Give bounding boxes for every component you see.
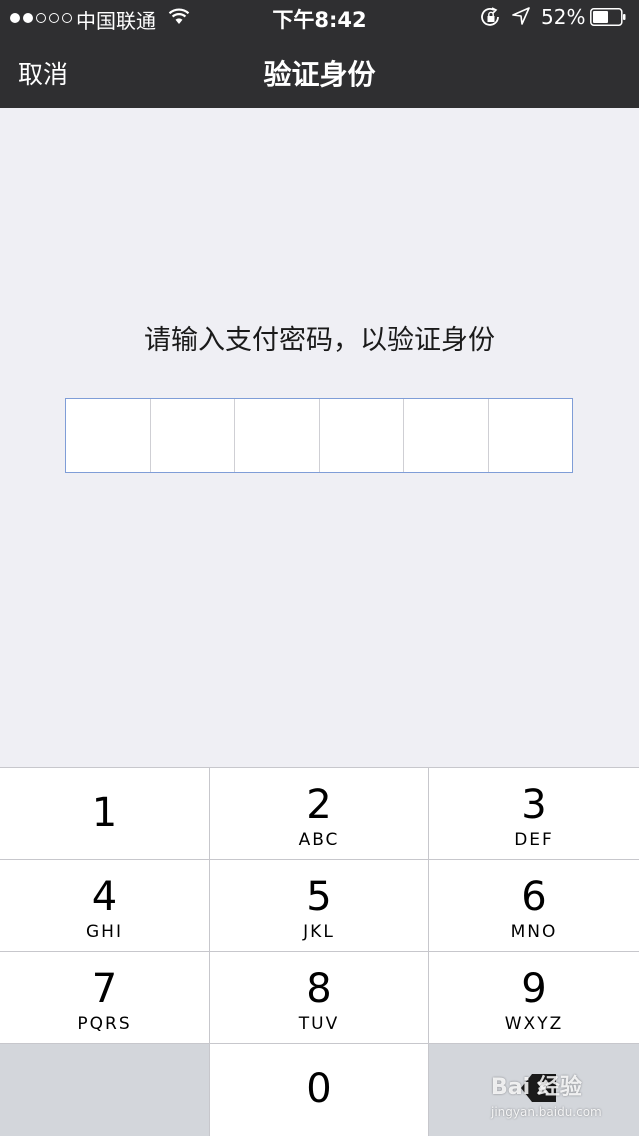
key-digit: 6 xyxy=(521,874,547,920)
key-digit: 5 xyxy=(306,874,332,920)
top-bar: 中国联通 下午8:42 52% 取消 验证身份 xyxy=(0,0,639,108)
pin-digit-cell xyxy=(489,399,573,472)
key-3[interactable]: 3 DEF xyxy=(429,768,639,859)
key-letters: TUV xyxy=(298,1014,340,1034)
backspace-icon xyxy=(521,1074,556,1102)
key-letters: GHI xyxy=(86,922,123,942)
page-title: 验证身份 xyxy=(263,58,376,91)
key-9[interactable]: 9 WXYZ xyxy=(429,952,639,1043)
key-letters: DEF xyxy=(514,830,554,850)
numeric-keypad: 1 2 ABC 3 DEF 4 GHI 5 JKL 6 MNO 7 PQRS 8 xyxy=(0,767,639,1136)
nav-bar: 取消 验证身份 xyxy=(0,36,639,108)
key-5[interactable]: 5 JKL xyxy=(210,860,428,951)
key-letters: ABC xyxy=(298,830,340,850)
battery-icon xyxy=(590,8,626,26)
key-digit: 4 xyxy=(91,874,118,920)
key-digit: 2 xyxy=(306,782,332,828)
key-digit: 9 xyxy=(521,966,547,1012)
cancel-button[interactable]: 取消 xyxy=(18,55,68,91)
key-2[interactable]: 2 ABC xyxy=(210,768,428,859)
pin-digit-cell xyxy=(320,399,404,472)
blank-key xyxy=(0,1044,209,1136)
pin-digit-cell xyxy=(66,399,151,472)
rotation-lock-icon xyxy=(481,7,499,26)
pin-digit-cell xyxy=(235,399,320,472)
delete-key[interactable] xyxy=(429,1044,639,1136)
key-letters: WXYZ xyxy=(504,1014,564,1034)
key-digit: 1 xyxy=(91,790,118,836)
screen: 中国联通 下午8:42 52% 取消 验证身份 请输入支付密码，以验证身份 1 … xyxy=(0,0,639,1136)
key-8[interactable]: 8 TUV xyxy=(210,952,428,1043)
key-digit: 0 xyxy=(306,1066,332,1112)
battery-percent: 52% xyxy=(541,5,586,29)
key-letters: PQRS xyxy=(77,1014,132,1034)
key-7[interactable]: 7 PQRS xyxy=(0,952,209,1043)
key-letters: MNO xyxy=(510,922,558,942)
key-digit: 3 xyxy=(521,782,547,828)
location-arrow-icon xyxy=(512,7,530,25)
status-bar: 中国联通 下午8:42 52% xyxy=(0,0,639,36)
key-letters: JKL xyxy=(303,922,335,942)
key-1[interactable]: 1 xyxy=(0,768,209,859)
key-digit: 7 xyxy=(91,966,118,1012)
password-prompt: 请输入支付密码，以验证身份 xyxy=(144,325,495,356)
pin-digit-cell xyxy=(151,399,235,472)
key-digit: 8 xyxy=(306,966,332,1012)
pin-digit-cell xyxy=(404,399,489,472)
key-6[interactable]: 6 MNO xyxy=(429,860,639,951)
pin-input[interactable] xyxy=(65,398,573,473)
key-4[interactable]: 4 GHI xyxy=(0,860,209,951)
key-0[interactable]: 0 xyxy=(210,1044,428,1136)
